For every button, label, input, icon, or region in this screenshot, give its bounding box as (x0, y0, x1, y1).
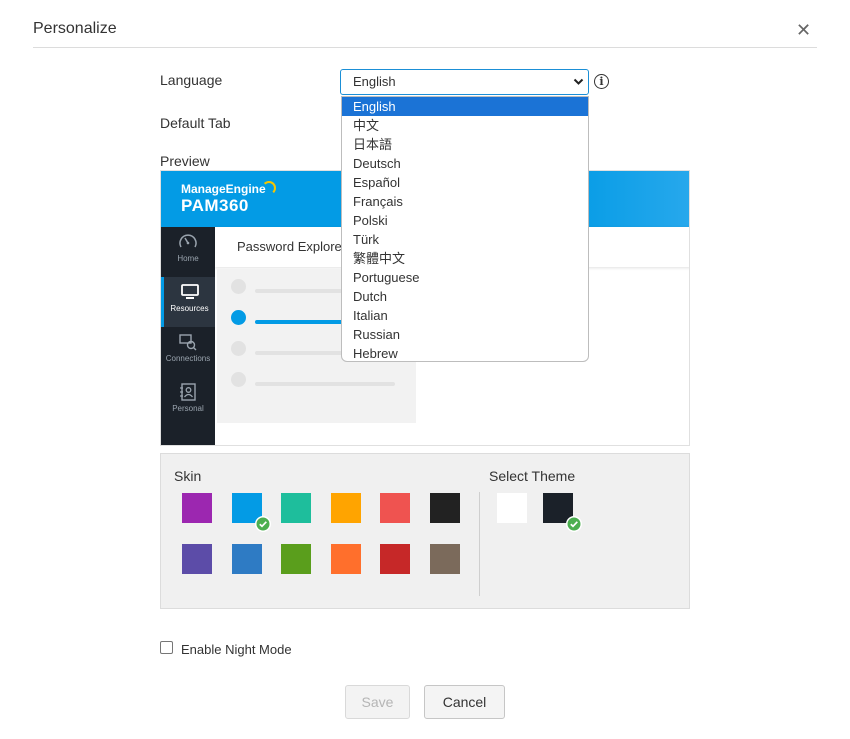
skin-swatch[interactable] (281, 493, 311, 523)
language-option[interactable]: 日本語 (342, 135, 588, 154)
skin-swatch[interactable] (380, 493, 410, 523)
preview-nav-connections: Connections (161, 327, 215, 377)
list-placeholder-bar (255, 382, 395, 386)
preview-brand-company: ManageEngine (181, 182, 266, 196)
preview-nav-label: Home (177, 254, 199, 263)
language-option[interactable]: Deutsch (342, 154, 588, 173)
skin-swatch[interactable] (429, 493, 460, 523)
preview-tab-label: Password Explore (237, 239, 342, 254)
list-placeholder-dot (231, 372, 246, 387)
language-option[interactable]: Türk (342, 230, 588, 249)
skin-swatch[interactable] (330, 493, 361, 523)
theme-swatch-dark[interactable] (543, 493, 582, 532)
language-select[interactable]: English (340, 69, 589, 95)
language-option[interactable]: 中文 (342, 116, 588, 135)
skin-swatch[interactable] (231, 544, 262, 574)
night-mode-label: Enable Night Mode (181, 642, 292, 657)
preview-nav-label: Connections (165, 354, 211, 363)
connections-icon (161, 333, 215, 351)
preview-nav-home: Home (161, 227, 215, 277)
skin-theme-panel: Skin Select Theme (160, 453, 690, 609)
checkmark-icon (566, 516, 582, 532)
skin-swatch[interactable] (281, 544, 311, 574)
brand-swoosh-icon (262, 181, 276, 195)
skin-swatch[interactable] (182, 544, 212, 574)
cancel-button[interactable]: Cancel (424, 685, 505, 719)
preview-sidebar: Home Resources Connections Personal (161, 227, 215, 445)
list-placeholder-dot (231, 341, 246, 356)
gauge-icon (161, 233, 215, 251)
skin-label: Skin (174, 468, 202, 484)
select-theme-label: Select Theme (489, 468, 576, 484)
skin-swatch[interactable] (429, 544, 460, 574)
language-label: Language (160, 72, 223, 88)
close-icon[interactable]: ✕ (796, 20, 811, 41)
preview-nav-personal: Personal (161, 377, 215, 427)
preview-nav-resources: Resources (161, 277, 215, 327)
language-option[interactable]: Français (342, 192, 588, 211)
preview-brand-product: PAM360 (181, 196, 249, 215)
language-option[interactable]: 繁體中文 (342, 249, 588, 268)
default-tab-label: Default Tab (160, 115, 231, 131)
language-option[interactable]: Dutch (342, 287, 588, 306)
language-option[interactable]: Español (342, 173, 588, 192)
language-option[interactable]: Russian (342, 325, 588, 344)
save-button[interactable]: Save (345, 685, 410, 719)
skin-swatch[interactable] (380, 544, 410, 574)
skin-theme-divider (479, 492, 480, 596)
preview-nav-label: Personal (172, 404, 204, 413)
monitor-icon (164, 283, 215, 301)
checkmark-icon (254, 516, 271, 532)
language-option[interactable]: Italian (342, 306, 588, 325)
preview-label: Preview (160, 153, 210, 169)
header-divider (33, 47, 817, 48)
info-icon[interactable]: i (594, 74, 609, 89)
skin-swatch[interactable] (231, 493, 271, 532)
theme-swatch-light[interactable] (497, 493, 527, 523)
language-select-value: English (353, 74, 396, 89)
language-option[interactable]: Hebrew (342, 344, 588, 361)
language-option[interactable]: Polski (342, 211, 588, 230)
list-placeholder-dot (231, 279, 246, 294)
skin-swatch[interactable] (330, 544, 361, 574)
night-mode-checkbox[interactable] (160, 641, 173, 654)
chevron-down-icon (573, 78, 584, 85)
language-option[interactable]: English (342, 97, 588, 116)
preview-nav-label: Resources (170, 304, 209, 313)
contact-book-icon (161, 383, 215, 401)
language-option[interactable]: Portuguese (342, 268, 588, 287)
list-placeholder-dot-active (231, 310, 246, 325)
dialog-title: Personalize (33, 20, 117, 37)
language-dropdown-list[interactable]: English 中文 日本語 Deutsch Español Français Polski… (341, 96, 589, 362)
skin-swatch[interactable] (182, 493, 212, 523)
